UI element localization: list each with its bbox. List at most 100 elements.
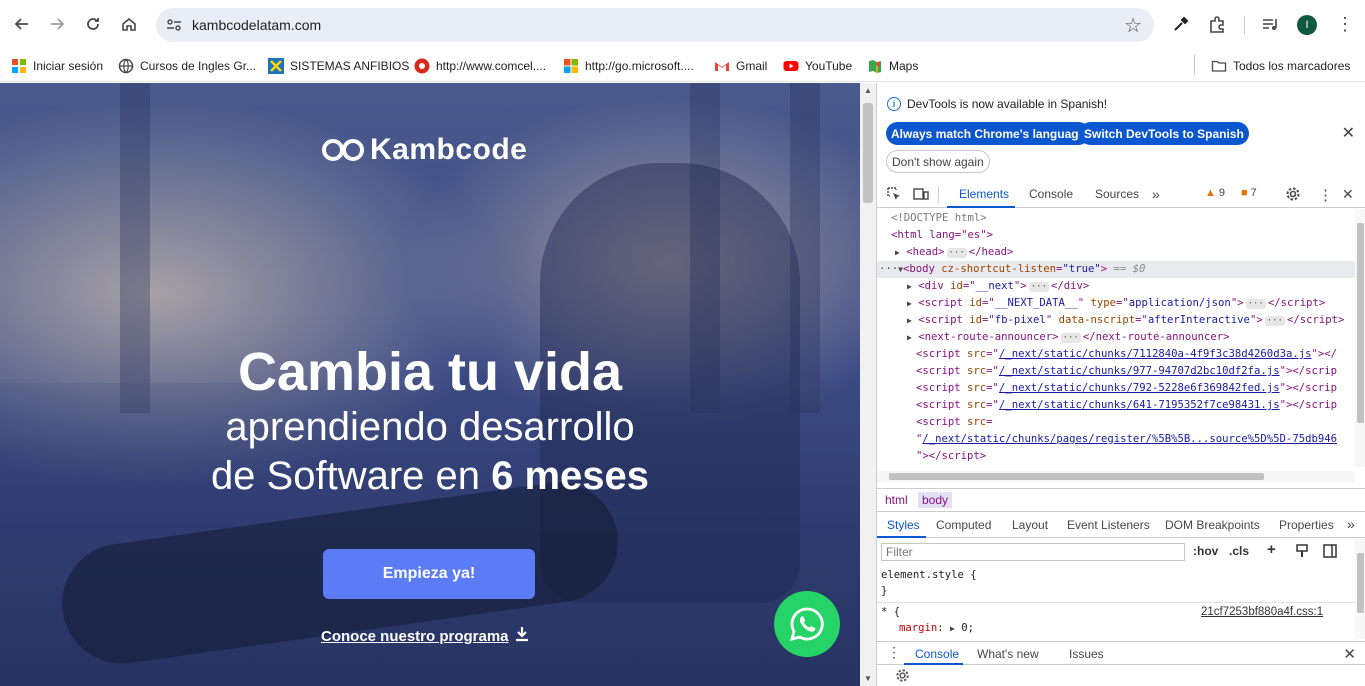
all-bookmarks-button[interactable]: Todos los marcadores [1211,54,1350,78]
tab-sources[interactable]: Sources [1095,187,1139,201]
address-bar[interactable]: kambcodelatam.com ☆ [156,8,1154,42]
tab-console[interactable]: Console [1029,187,1073,201]
sidebar-toggle-icon[interactable] [1323,544,1337,561]
dom-line[interactable]: <script src="/_next/static/chunks/641-71… [916,399,1337,411]
class-toggle[interactable]: .cls [1229,544,1249,558]
tab-styles[interactable]: Styles [887,518,920,532]
script-src-link[interactable]: /_next/static/chunks/977-94707d2bc10df2f… [999,365,1280,377]
crumb-html[interactable]: html [881,492,912,508]
node-actions-icon[interactable]: ··· [879,263,898,275]
scroll-thumb[interactable] [1357,223,1364,423]
extensions-icon[interactable] [1205,12,1229,36]
scroll-thumb[interactable] [1357,553,1364,613]
settings-gear-icon[interactable] [1285,186,1301,205]
tab-properties[interactable]: Properties [1279,518,1334,532]
more-subtabs-icon[interactable]: » [1347,516,1355,532]
expand-icon[interactable]: ▶ [895,248,900,257]
drawer-tab-console[interactable]: Console [915,647,959,661]
browser-menu-icon[interactable]: ⋮ [1333,12,1357,36]
forward-button[interactable] [43,10,71,38]
script-src-link[interactable]: /_next/static/chunks/641-7195352f7ce9843… [999,399,1280,411]
bookmark-item[interactable]: Maps [867,54,918,78]
bookmark-item[interactable]: http://go.microsoft.... [563,54,694,78]
tab-dom-breakpoints[interactable]: DOM Breakpoints [1165,518,1260,532]
close-devtools-icon[interactable]: ✕ [1342,186,1354,203]
bookmark-item[interactable]: SISTEMAS ANFIBIOS [268,54,409,78]
bookmark-item[interactable]: http://www.comcel.... [414,54,546,78]
script-src-link[interactable]: /_next/static/chunks/pages/register/%5B%… [922,433,1337,445]
script-src-link[interactable]: /_next/static/chunks/7112840a-4f9f3c38d4… [999,348,1312,360]
style-rule-selector[interactable]: * { [881,606,900,618]
warnings-badge[interactable]: ▲ 9 [1205,187,1225,199]
dom-line[interactable]: <!DOCTYPE html> [891,212,987,224]
scroll-down-icon[interactable]: ▼ [864,674,872,683]
page-scrollbar[interactable]: ▲ ▼ [860,83,876,686]
more-tabs-icon[interactable]: » [1152,186,1160,202]
script-src-link[interactable]: /_next/static/chunks/792-5228e6f369842fe… [999,382,1280,394]
console-settings-icon[interactable] [895,668,910,686]
dom-line[interactable]: ▶ <div id="__next"> ··· </div> [907,280,1089,292]
dom-line[interactable]: "/_next/static/chunks/pages/register/%5B… [916,433,1337,445]
device-toolbar-icon[interactable] [913,186,929,205]
scroll-thumb[interactable] [889,473,1264,480]
close-infobar-icon[interactable]: ✕ [1342,123,1355,143]
tab-event-listeners[interactable]: Event Listeners [1067,518,1150,532]
dom-line[interactable]: ▶ <script id="fb-pixel" data-nscript="af… [907,314,1344,326]
start-now-button[interactable]: Empieza ya! [323,549,535,599]
tab-layout[interactable]: Layout [1012,518,1048,532]
back-button[interactable] [8,10,36,38]
close-drawer-icon[interactable]: ✕ [1343,645,1356,663]
ellipsis-icon[interactable]: ··· [946,248,967,258]
crumb-body[interactable]: body [918,492,953,508]
dom-line[interactable]: <script src= [916,416,993,428]
bookmark-item[interactable]: YouTube [783,54,852,78]
dom-line-body[interactable]: ···▼<body cz-shortcut-listen="true"> == … [879,263,1145,275]
page-scroll-thumb[interactable] [863,103,873,203]
dom-line[interactable]: ▶ <script id="__NEXT_DATA__" type="appli… [907,297,1325,309]
switch-to-spanish-button[interactable]: Switch DevTools to Spanish [1079,122,1249,145]
reload-button[interactable] [79,10,107,38]
inspect-element-icon[interactable] [886,186,902,205]
bookmark-star-icon[interactable]: ☆ [1124,13,1142,38]
program-link[interactable]: Conoce nuestro programa [321,626,529,646]
dom-tree-vscroll[interactable] [1355,209,1365,467]
styles-filter-input[interactable]: Filter [881,543,1185,561]
dom-line[interactable]: "></script> [916,450,986,462]
stylesheet-link[interactable]: 21cf7253bf880a4f.css:1 [1201,606,1323,618]
drawer-menu-icon[interactable]: ⋮ [887,644,901,661]
always-match-language-button[interactable]: Always match Chrome's language [886,122,1091,145]
dom-line[interactable]: <script src="/_next/static/chunks/792-52… [916,382,1337,394]
url-text[interactable]: kambcodelatam.com [192,17,321,33]
whatsapp-button[interactable] [774,591,840,657]
devtools-menu-icon[interactable]: ⋮ [1318,186,1333,204]
dom-line[interactable]: <script src="/_next/static/chunks/711284… [916,348,1337,360]
dom-line[interactable]: ▶ <head> ··· </head> [895,246,1013,258]
new-rule-icon[interactable]: + [1267,541,1276,558]
paint-icon[interactable] [1295,544,1309,561]
eyedropper-icon[interactable] [1169,12,1193,36]
elements-dom-tree[interactable]: <!DOCTYPE html> <html lang="es"> ▶ <head… [877,209,1355,467]
dom-line[interactable]: <script src="/_next/static/chunks/977-94… [916,365,1337,377]
dom-line[interactable]: ▶ <next-route-announcer> ··· </next-route-… [907,331,1230,343]
style-rule-selector[interactable]: element.style { [881,569,977,581]
scroll-up-icon[interactable]: ▲ [864,86,872,95]
tab-computed[interactable]: Computed [936,518,991,532]
dom-line[interactable]: <html lang="es"> [891,229,993,241]
expand-icon[interactable]: ▶ [950,624,955,633]
bookmark-item[interactable]: Gmail [714,54,767,78]
bookmark-item[interactable]: Cursos de Ingles Gr... [118,54,256,78]
drawer-tab-issues[interactable]: Issues [1069,647,1104,661]
hover-state-toggle[interactable]: :hov [1193,544,1218,558]
errors-badge[interactable]: ■ 7 [1241,187,1257,199]
site-info-icon[interactable] [165,16,183,34]
media-control-icon[interactable] [1258,12,1282,36]
brand-logo[interactable]: Kambcode [322,133,527,167]
tab-elements[interactable]: Elements [959,187,1009,201]
dom-tree-hscroll[interactable] [877,471,1355,482]
bookmark-item[interactable]: Iniciar sesión [11,54,103,78]
profile-avatar[interactable]: I [1297,15,1317,35]
drawer-tab-whats-new[interactable]: What's new [977,647,1039,661]
dont-show-again-button[interactable]: Don't show again [886,150,990,173]
style-declaration[interactable]: margin: ▶ 0; [899,622,974,634]
home-button[interactable] [115,10,143,38]
